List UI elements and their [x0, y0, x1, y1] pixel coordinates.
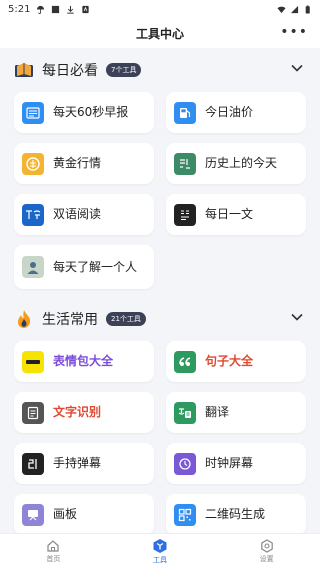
tool-label: 表情包大全: [53, 354, 114, 368]
chevron-down-icon[interactable]: [290, 310, 304, 324]
tab-label: 工具: [153, 555, 167, 564]
section-divider: [0, 289, 320, 297]
tab-tools[interactable]: 工具: [107, 534, 214, 568]
tools-icon: [153, 538, 167, 553]
chevron-down-icon[interactable]: [290, 61, 304, 75]
section-daily-header[interactable]: 每日必看 7个工具: [0, 48, 320, 92]
qrcode-icon: [174, 503, 196, 526]
tab-label: 首页: [46, 554, 61, 563]
gold-icon: [22, 152, 44, 175]
books-icon: [14, 60, 34, 80]
tool-card-drawing-board[interactable]: 画板: [14, 494, 154, 533]
tool-card-bilingual-reading[interactable]: 双语阅读: [14, 194, 154, 235]
history-icon: [174, 152, 196, 175]
tool-label: 文字识别: [53, 405, 102, 419]
tool-card-emoji-pack[interactable]: 表情包大全: [14, 341, 154, 382]
section-title: 每日必看: [42, 63, 98, 79]
tool-label: 每日一文: [205, 207, 254, 221]
status-bar: 5:21: [0, 0, 320, 18]
drawing-board-icon: [22, 503, 44, 526]
tool-card-daily-article[interactable]: 每日一文: [166, 194, 306, 235]
umbrella-icon: [37, 5, 45, 14]
barrage-icon: [22, 452, 44, 475]
tool-label: 画板: [53, 507, 78, 521]
bilingual-icon: [22, 203, 44, 226]
battery-icon: [305, 5, 310, 14]
text-scan-icon: [22, 401, 44, 424]
clock-icon: [174, 452, 196, 475]
section-title: 生活常用: [42, 312, 98, 328]
tool-label: 句子大全: [205, 354, 254, 368]
tool-label: 今日油价: [205, 105, 254, 119]
tool-card-history-today[interactable]: 历史上的今天: [166, 143, 306, 184]
tool-label: 每天了解一个人: [53, 259, 138, 274]
tool-label: 黄金行情: [53, 156, 102, 170]
gas-pump-icon: [174, 101, 196, 124]
tool-card-60s-news[interactable]: 每天60秒早报: [14, 92, 154, 133]
tab-home[interactable]: 首页: [0, 534, 107, 568]
tool-label: 手持弹幕: [53, 456, 102, 470]
square-icon: [52, 5, 60, 13]
tool-card-sentences[interactable]: 句子大全: [166, 341, 306, 382]
tool-label: 二维码生成: [205, 507, 266, 521]
bottom-tab-bar: 首页 工具 设置: [0, 533, 320, 568]
article-icon: [174, 203, 196, 226]
tool-label: 历史上的今天: [205, 156, 278, 170]
signal-icon: [290, 5, 299, 13]
quote-icon: [174, 350, 196, 373]
section-daily-grid: 每天60秒早报 今日油价 黄金行情 历史上的今天 双语阅读 每日一文 每天了解一…: [0, 92, 320, 289]
tool-list[interactable]: 每日必看 7个工具 每天60秒早报 今日油价 黄金行情 历史上的今天 双语阅读 …: [0, 48, 320, 533]
tab-settings[interactable]: 设置: [213, 534, 320, 568]
tab-label: 设置: [259, 554, 274, 563]
status-time: 5:21: [8, 3, 31, 15]
settings-icon: [260, 538, 273, 553]
tool-label: 双语阅读: [53, 207, 102, 221]
tool-count-badge: 7个工具: [106, 63, 142, 77]
tool-card-handheld-barrage[interactable]: 手持弹幕: [14, 443, 154, 484]
section-life-grid: 表情包大全 句子大全 文字识别 翻译 手持弹幕 时钟屏幕 画板 二维码生成: [0, 341, 320, 533]
tool-card-clock-screen[interactable]: 时钟屏幕: [166, 443, 306, 484]
tool-card-text-ocr[interactable]: 文字识别: [14, 392, 154, 433]
tool-label: 时钟屏幕: [205, 456, 254, 470]
tool-card-gold-price[interactable]: 黄金行情: [14, 143, 154, 184]
page-title: 工具中心: [135, 26, 184, 41]
tool-card-qrcode-generator[interactable]: 二维码生成: [166, 494, 306, 533]
tool-card-translate[interactable]: 翻译: [166, 392, 306, 433]
app-notification-icon: [82, 5, 90, 13]
tool-count-badge: 21个工具: [106, 312, 146, 326]
translate-icon: [174, 401, 196, 424]
download-icon: [67, 5, 75, 14]
home-icon: [47, 539, 59, 552]
tool-label: 翻译: [205, 405, 230, 419]
tool-card-person-daily[interactable]: 每天了解一个人: [14, 245, 154, 289]
flame-icon: [14, 309, 34, 329]
more-menu-icon[interactable]: •••: [280, 24, 308, 40]
wifi-icon: [277, 6, 286, 13]
tool-label: 每天60秒早报: [53, 105, 129, 119]
section-life-header[interactable]: 生活常用 21个工具: [0, 297, 320, 341]
tool-card-oil-price[interactable]: 今日油价: [166, 92, 306, 133]
newspaper-icon: [22, 101, 44, 124]
app-header: 工具中心 •••: [0, 18, 320, 48]
person-icon: [22, 256, 44, 278]
emoji-pack-icon: [22, 350, 44, 373]
